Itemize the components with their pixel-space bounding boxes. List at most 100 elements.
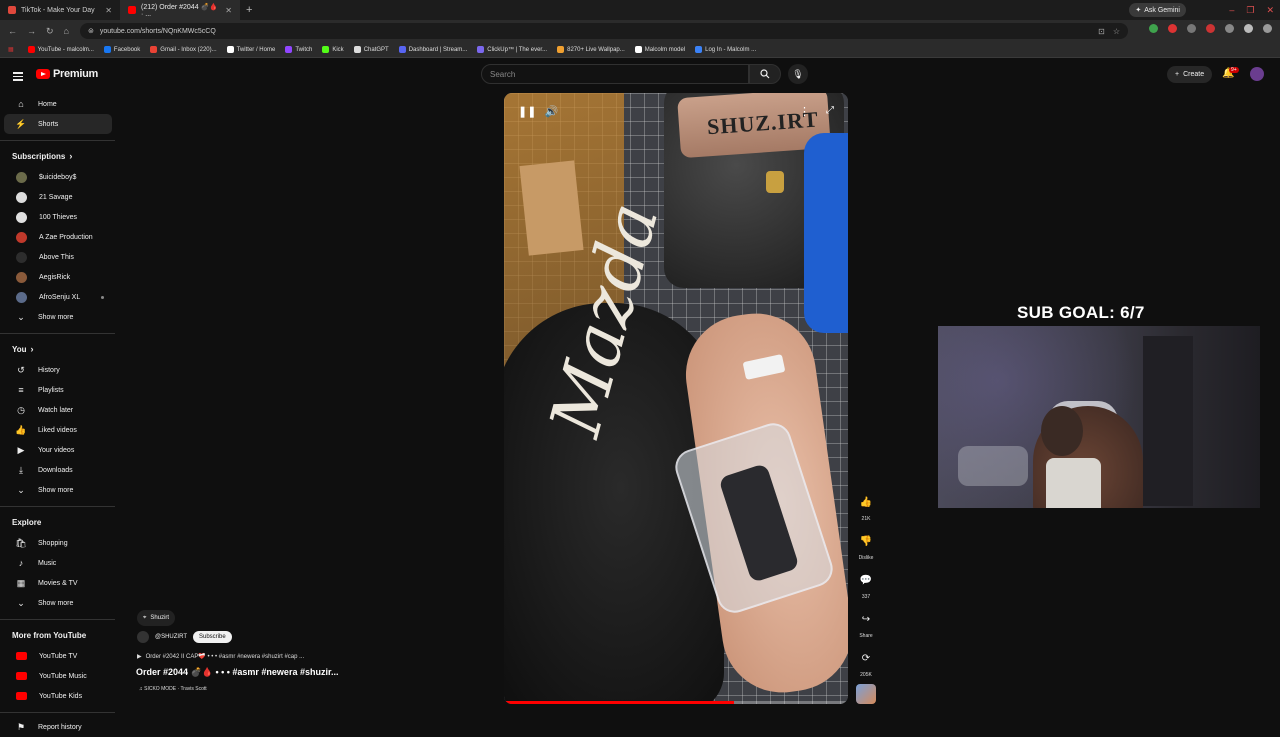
channel-name[interactable]: @SHUZIRT <box>155 634 187 640</box>
create-button[interactable]: + Create <box>1167 66 1213 83</box>
menu-icon[interactable] <box>13 70 23 83</box>
puzzle-icon[interactable] <box>1187 24 1196 33</box>
sidebar-item-downloads[interactable]: ⤓ Downloads <box>4 460 112 480</box>
sidebar-item-history[interactable]: ↺ History <box>4 360 112 380</box>
bookmark-item[interactable]: Malcolm model <box>634 46 685 53</box>
search-input[interactable]: Search <box>481 64 749 84</box>
bookmark-label: Twitch <box>295 46 313 53</box>
extension-icon[interactable] <box>1206 24 1215 33</box>
bookmark-item[interactable]: Twitch <box>285 46 312 53</box>
subscription-item[interactable]: AfroSenju XL <box>4 287 112 307</box>
profile-icon[interactable] <box>1244 24 1253 33</box>
bookmark-item[interactable]: Twitter / Home <box>226 46 275 53</box>
sidebar-item-youtube-kids[interactable]: YouTube Kids <box>4 686 112 706</box>
bookmark-item[interactable]: Gmail - Inbox (220)... <box>150 46 217 53</box>
bookmark-favicon-icon <box>477 46 485 53</box>
sidebar-item-your-videos[interactable]: ▶ Your videos <box>4 440 112 460</box>
like-button[interactable]: 👍 <box>855 491 877 513</box>
comments-button[interactable]: 💬 <box>855 569 877 591</box>
site-info-icon[interactable]: ⊜ <box>88 27 94 35</box>
close-window-icon[interactable]: ✕ <box>1266 5 1274 16</box>
reload-icon[interactable]: ↻ <box>46 26 54 37</box>
ask-gemini-button[interactable]: ✦ Ask Gemini <box>1129 3 1186 17</box>
sidebar-item-home[interactable]: ⌂ Home <box>4 94 112 114</box>
more-options-icon[interactable]: ⋮ <box>799 105 810 118</box>
location-chip[interactable]: ⌖ Shuzirt <box>137 610 176 626</box>
extension-icon[interactable] <box>1168 24 1177 33</box>
sidepanel-icon[interactable] <box>1225 24 1234 33</box>
sidebar-item-playlists[interactable]: ≡ Playlists <box>4 380 112 400</box>
share-button[interactable]: ↪ <box>855 608 877 630</box>
pause-icon[interactable]: ❚❚ <box>518 105 536 118</box>
tab-youtube[interactable]: (212) Order #2044 💣🩸 · ... ✕ <box>120 0 240 20</box>
channel-avatar[interactable] <box>137 631 149 643</box>
forward-icon[interactable]: → <box>27 26 36 37</box>
progress-fill <box>504 701 735 704</box>
minimize-icon[interactable]: – <box>1229 5 1234 15</box>
youtube-logo[interactable]: Premium <box>36 68 98 80</box>
subscription-item[interactable]: 21 Savage <box>4 187 112 207</box>
video-progress-bar[interactable] <box>504 701 848 704</box>
bookmark-label: Log In - Malcolm ... <box>705 46 757 53</box>
subscription-item[interactable]: $uicideboy$ <box>4 167 112 187</box>
you-heading[interactable]: You › <box>0 338 118 360</box>
tab-tiktok[interactable]: TikTok - Make Your Day ✕ <box>0 0 120 20</box>
sidebar-item-movies-tv[interactable]: ▦ Movies & TV <box>4 573 112 593</box>
sidebar-item-youtube-tv[interactable]: YouTube TV <box>4 646 112 666</box>
shorts-video-player[interactable]: SHUZ.IRT Mazda ❚❚ 🔊 ⋮ ⤢ <box>504 93 848 704</box>
subscriptions-heading[interactable]: Subscriptions › <box>0 145 118 167</box>
bookmark-item[interactable]: Facebook <box>103 46 140 53</box>
bookmark-item[interactable]: Kick <box>322 46 344 53</box>
new-tab-icon[interactable]: + <box>240 4 258 16</box>
voice-search-button[interactable]: 🎙 <box>788 64 808 84</box>
subscribe-button[interactable]: Subscribe <box>192 631 232 643</box>
install-icon[interactable]: ⊡ <box>1098 27 1105 36</box>
subscription-item[interactable]: A Zae Production <box>4 227 112 247</box>
bookmark-item[interactable]: ChatGPT <box>353 46 389 53</box>
sidebar-item-liked-videos[interactable]: 👍 Liked videos <box>4 420 112 440</box>
close-tab-icon[interactable]: ✕ <box>105 6 112 15</box>
bookmark-item[interactable]: ClickUp™ | The ever... <box>477 46 547 53</box>
close-tab-icon[interactable]: ✕ <box>225 6 232 15</box>
show-more-button[interactable]: ⌄ Show more <box>4 480 112 500</box>
bookmark-star-icon[interactable]: ☆ <box>1113 27 1120 36</box>
fullscreen-icon[interactable]: ⤢ <box>826 105 834 116</box>
show-more-button[interactable]: ⌄ Show more <box>4 593 112 613</box>
more-from-youtube-heading[interactable]: More from YouTube <box>0 624 118 646</box>
separator <box>0 333 115 334</box>
sidebar-item-music[interactable]: ♪ Music <box>4 553 112 573</box>
sound-thumbnail[interactable] <box>856 684 876 704</box>
remix-button[interactable]: ⟳ <box>855 647 877 669</box>
subscription-item[interactable]: Above This <box>4 247 112 267</box>
volume-icon[interactable]: 🔊 <box>544 105 558 118</box>
related-video-row[interactable]: ▶ Order #2042 II CAP❤️‍🩹 • • • #asmr #ne… <box>137 653 304 660</box>
extension-icon[interactable] <box>1149 24 1158 33</box>
account-avatar[interactable] <box>1250 67 1264 81</box>
sound-row[interactable]: ♫ SICKO MODE · Travis Scott <box>139 686 207 692</box>
video-title[interactable]: Order #2044 💣🩸 • • • #asmr #newera #shuz… <box>136 667 338 678</box>
more-from-youtube-heading-label: More from YouTube <box>12 630 87 640</box>
show-more-button[interactable]: ⌄ Show more <box>4 307 112 327</box>
restore-icon[interactable]: ❐ <box>1246 5 1254 16</box>
bookmark-favicon-icon <box>226 46 234 53</box>
dislike-button[interactable]: 👎 <box>855 530 877 552</box>
subscription-item[interactable]: 100 Thieves <box>4 207 112 227</box>
report-history-link[interactable]: ⚑ Report history <box>4 717 112 737</box>
explore-heading[interactable]: Explore <box>0 511 118 533</box>
sidebar-item-shopping[interactable]: 🛍 Shopping <box>4 533 112 553</box>
back-icon[interactable]: ← <box>8 26 17 37</box>
sidebar-item-watch-later[interactable]: ◷ Watch later <box>4 400 112 420</box>
bookmark-item[interactable]: 8270+ Live Wallpap... <box>557 46 625 53</box>
bookmark-item[interactable]: YouTube - malcolm... <box>27 46 94 53</box>
subscription-item[interactable]: AegisRick <box>4 267 112 287</box>
bookmark-item[interactable]: Dashboard | Stream... <box>398 46 467 53</box>
url-field[interactable]: ⊜ youtube.com/shorts/NQnKMWc5cCQ ⊡ ☆ <box>80 23 1128 39</box>
sidebar-item-youtube-music[interactable]: YouTube Music <box>4 666 112 686</box>
home-browser-icon[interactable]: ⌂ <box>64 26 69 37</box>
menu-dots-icon[interactable] <box>1263 24 1272 33</box>
search-button[interactable] <box>749 64 781 84</box>
bookmark-item[interactable]: Log In - Malcolm ... <box>695 46 756 53</box>
thumbs-down-icon: 👎 <box>859 535 873 547</box>
apps-grid-icon[interactable]: ▦ <box>8 46 14 53</box>
sidebar-item-shorts[interactable]: ⚡ Shorts <box>4 114 112 134</box>
